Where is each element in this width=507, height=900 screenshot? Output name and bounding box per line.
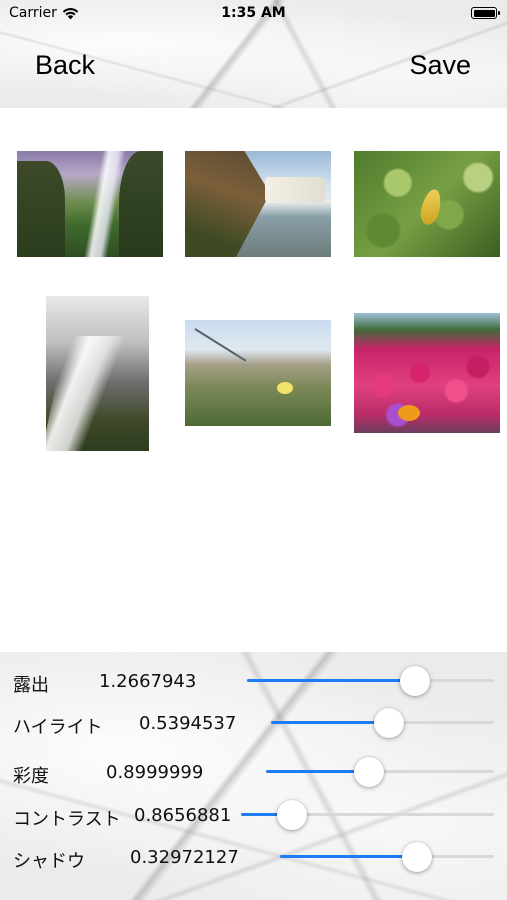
thumbnail-detail xyxy=(119,151,163,257)
adjustment-panel: 露出 1.2667943 ハイライト 0.5394537 彩度 0.899999… xyxy=(0,652,507,900)
thumbnail-detail xyxy=(265,177,325,203)
shadow-label: シャドウ xyxy=(13,851,85,872)
save-button[interactable]: Save xyxy=(409,50,471,81)
slider-thumb[interactable] xyxy=(401,842,432,872)
photo-thumbnail-waterfall-shore[interactable] xyxy=(185,151,331,257)
saturation-label: 彩度 xyxy=(13,766,49,787)
contrast-label: コントラスト xyxy=(13,809,121,830)
saturation-slider[interactable] xyxy=(266,757,494,787)
thumbnail-detail xyxy=(398,405,420,421)
slider-thumb[interactable] xyxy=(353,757,384,787)
status-bar: Carrier 1:35 AM xyxy=(0,0,507,28)
photo-thumbnail-waterfall-misty[interactable] xyxy=(17,151,163,257)
slider-thumb[interactable] xyxy=(374,708,405,738)
thumbnail-detail xyxy=(46,336,127,451)
thumbnail-detail xyxy=(417,187,445,227)
exposure-label: 露出 xyxy=(13,675,49,696)
photo-thumbnail-stream[interactable] xyxy=(46,296,149,451)
battery-fill xyxy=(473,9,495,17)
slider-fill xyxy=(280,855,417,858)
shadow-value: 0.32972127 xyxy=(130,847,239,868)
exposure-value: 1.2667943 xyxy=(99,671,197,692)
contrast-slider[interactable] xyxy=(241,800,494,830)
highlight-value: 0.5394537 xyxy=(139,713,237,734)
contrast-value: 0.8656881 xyxy=(134,805,232,826)
exposure-slider[interactable] xyxy=(247,666,494,696)
top-navigation-bar: Carrier 1:35 AM Back Save xyxy=(0,0,507,108)
back-button[interactable]: Back xyxy=(35,50,95,81)
highlight-slider[interactable] xyxy=(271,708,494,738)
slider-fill xyxy=(271,721,390,724)
battery-icon xyxy=(471,7,500,19)
thumbnail-detail xyxy=(277,382,293,394)
status-time: 1:35 AM xyxy=(221,5,286,21)
photo-thumbnail-flowers[interactable] xyxy=(354,313,500,433)
slider-thumb[interactable] xyxy=(399,666,430,696)
slider-fill xyxy=(247,679,415,682)
thumbnail-detail xyxy=(185,151,270,257)
photo-thumbnail-meadow[interactable] xyxy=(185,320,331,426)
photo-thumbnail-leaves[interactable] xyxy=(354,151,500,257)
thumbnail-detail xyxy=(17,161,65,257)
slider-thumb[interactable] xyxy=(276,800,307,830)
highlight-label: ハイライト xyxy=(13,717,103,738)
thumbnail-detail xyxy=(194,328,247,362)
saturation-value: 0.8999999 xyxy=(106,762,204,783)
shadow-slider[interactable] xyxy=(280,842,494,872)
